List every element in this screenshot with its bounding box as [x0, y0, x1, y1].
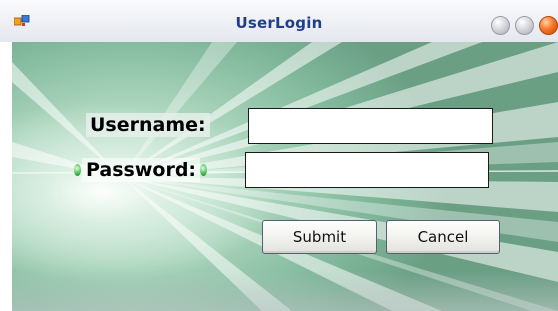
close-icon[interactable] [539, 16, 558, 35]
maximize-icon[interactable] [515, 16, 534, 35]
submit-button[interactable]: Submit [262, 220, 377, 254]
window-title: UserLogin [235, 14, 323, 32]
password-field[interactable] [245, 152, 489, 188]
bottom-fade [12, 271, 558, 311]
minimize-icon[interactable] [491, 16, 510, 35]
password-label: Password: [82, 158, 201, 182]
client-area: Username: Password: Submit Cancel [12, 42, 558, 311]
username-label: Username: [86, 113, 210, 137]
green-bullet-icon [74, 164, 81, 176]
cancel-button[interactable]: Cancel [386, 220, 500, 254]
login-window: UserLogin Username: Password: Submit Can… [0, 0, 558, 311]
username-field[interactable] [248, 108, 493, 144]
title-bar[interactable]: UserLogin [0, 0, 558, 42]
green-bullet-icon [200, 164, 207, 176]
